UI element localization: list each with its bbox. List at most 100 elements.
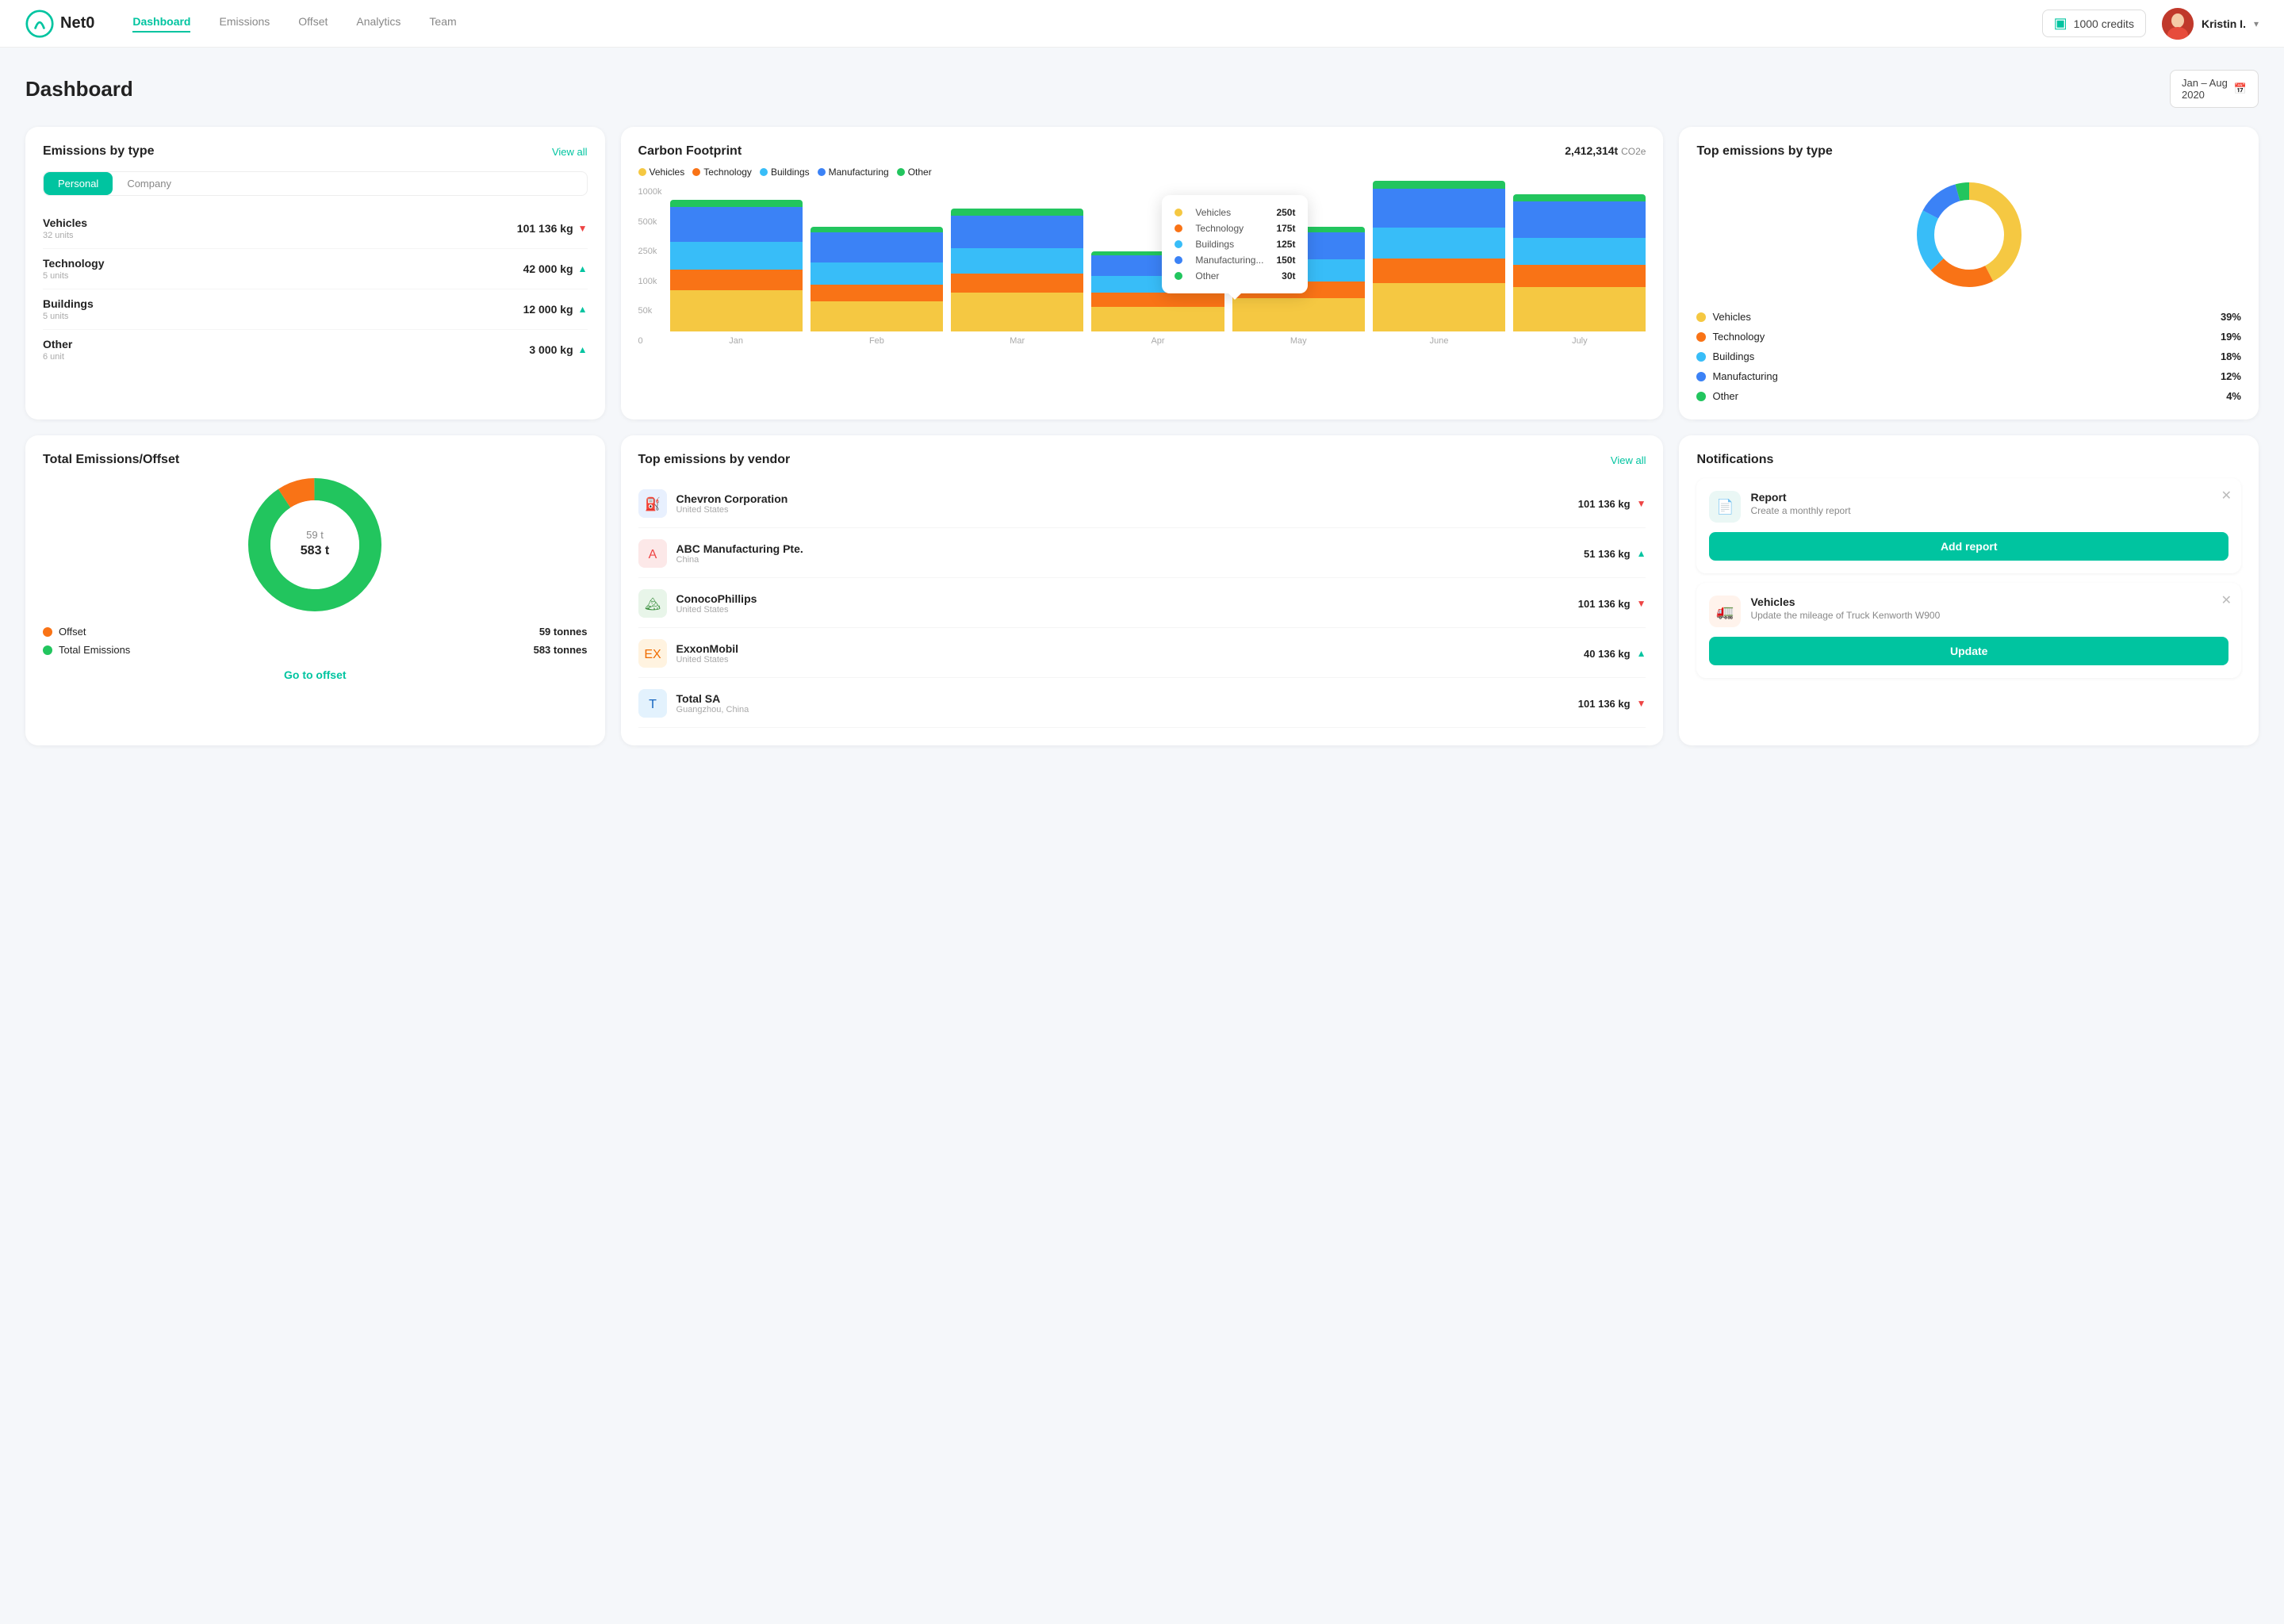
vendor-name: ExxonMobil: [676, 642, 739, 655]
notif-icon-wrap: 🚛: [1709, 596, 1741, 627]
legend-dot: [638, 168, 646, 176]
nav-analytics[interactable]: Analytics: [356, 15, 400, 33]
donut-legend-dot: [1696, 352, 1706, 362]
donut-pct: 18%: [2221, 350, 2241, 362]
bar-segment: [1373, 181, 1505, 189]
vendor-value: 51 136 kg: [1584, 548, 1631, 560]
donut-legend-row: Technology 19%: [1696, 331, 2241, 343]
nav-dashboard[interactable]: Dashboard: [132, 15, 190, 33]
bar-segment: [1513, 201, 1646, 237]
emissions-view-all[interactable]: View all: [552, 146, 588, 158]
logo-icon: [25, 10, 54, 38]
vendor-logo: ⛽: [638, 489, 667, 518]
tooltip-row: Other 30t: [1175, 268, 1295, 284]
date-filter[interactable]: Jan – Aug2020 📅: [2170, 70, 2259, 108]
donut-label-group: Manufacturing: [1696, 370, 1777, 382]
tooltip-value: 150t: [1276, 255, 1295, 266]
vendor-name: Chevron Corporation: [676, 492, 788, 505]
cf-total-value: 2,412,314t CO2e: [1565, 144, 1646, 157]
bar-group: Mar: [951, 209, 1083, 346]
vendor-value: 101 136 kg: [1578, 598, 1631, 610]
bar-segment: [1513, 265, 1646, 287]
bar-segment: [951, 248, 1083, 273]
bar-segment: [1091, 293, 1224, 306]
svg-text:🏔: 🏔: [644, 597, 660, 611]
emission-value: 42 000 kg ▲: [523, 262, 588, 275]
donut-legend-row: Other 4%: [1696, 390, 2241, 402]
vendor-left: T Total SA Guangzhou, China: [638, 689, 749, 718]
notif-icon-wrap: 📄: [1709, 491, 1741, 523]
bar-segment: [951, 209, 1083, 216]
bar-segment: [1091, 307, 1224, 331]
bar-segment: [1513, 287, 1646, 331]
add-report-button[interactable]: Add report: [1709, 532, 2228, 561]
bar-month-label: May: [1290, 336, 1307, 346]
emissions-label: Total Emissions: [59, 644, 130, 656]
arrow-down-icon: ▼: [1637, 498, 1646, 509]
vendor-logo: EX: [638, 639, 667, 668]
donut-label-group: Vehicles: [1696, 311, 1750, 323]
vendor-row: T Total SA Guangzhou, China 101 136 kg ▼: [638, 680, 1646, 728]
tooltip-row: Manufacturing... 150t: [1175, 252, 1295, 268]
svg-text:T: T: [649, 698, 657, 711]
legend-item: Other: [897, 167, 932, 178]
svg-text:59 t: 59 t: [306, 529, 324, 541]
toggle-company[interactable]: Company: [113, 172, 186, 195]
close-icon[interactable]: ✕: [2221, 592, 2232, 608]
nav-team[interactable]: Team: [429, 15, 456, 33]
donut-pct: 12%: [2221, 370, 2241, 382]
donut-legend-label: Technology: [1712, 331, 1765, 343]
bar-segment: [811, 232, 943, 262]
y-axis-label: 0: [638, 336, 662, 346]
notif-content: Report Create a monthly report: [1750, 491, 1850, 516]
app-name: Net0: [60, 14, 94, 33]
emission-value: 12 000 kg ▲: [523, 303, 588, 316]
arrow-up-icon: ▲: [578, 344, 588, 355]
vendor-row: A ABC Manufacturing Pte. China 51 136 kg…: [638, 530, 1646, 578]
vendor-country: United States: [676, 605, 757, 615]
cf-title: Carbon Footprint: [638, 144, 742, 159]
update-button[interactable]: Update: [1709, 637, 2228, 665]
legend-item: Technology: [692, 167, 752, 178]
chart-area: 1000k500k250k100k50k0 JanFebMarAprMayJun…: [638, 187, 1646, 362]
legend-dot: [760, 168, 768, 176]
go-to-offset-link[interactable]: Go to offset: [43, 668, 588, 681]
nav-offset[interactable]: Offset: [298, 15, 328, 33]
emission-rows: Vehicles 32 units 101 136 kg ▼ Technolog…: [43, 209, 588, 370]
legend-dot: [897, 168, 905, 176]
bar-month-label: Apr: [1151, 336, 1164, 346]
arrow-up-icon: ▲: [578, 304, 588, 315]
donut-legend-label: Other: [1712, 390, 1738, 402]
legend-label: Vehicles: [650, 167, 685, 178]
donut-legend-list: Vehicles 39% Technology 19% Buildings 18…: [1696, 311, 2241, 402]
offset-legend: Offset 59 tonnes Total Emissions 583 ton…: [43, 626, 588, 656]
emission-value: 101 136 kg ▼: [517, 222, 588, 235]
bar-segment: [670, 270, 803, 290]
logo: Net0: [25, 10, 94, 38]
svg-text:⛽: ⛽: [645, 496, 661, 511]
tooltip-dot: [1175, 256, 1182, 264]
emission-row: Buildings 5 units 12 000 kg ▲: [43, 289, 588, 330]
chart-tooltip: Vehicles 250t Technology 175t Buildings …: [1162, 195, 1308, 293]
bar-month-label: Feb: [869, 336, 884, 346]
bar-group: July: [1513, 194, 1646, 346]
vendors-view-all[interactable]: View all: [1611, 454, 1646, 466]
close-icon[interactable]: ✕: [2221, 488, 2232, 504]
emission-row: Vehicles 32 units 101 136 kg ▼: [43, 209, 588, 249]
toggle-personal[interactable]: Personal: [44, 172, 113, 195]
vendor-left: A ABC Manufacturing Pte. China: [638, 539, 803, 568]
nav-links: Dashboard Emissions Offset Analytics Tea…: [132, 15, 2041, 33]
notif-icon: 📄: [1716, 499, 1734, 515]
notif-icon: 🚛: [1716, 603, 1734, 620]
user-area[interactable]: Kristin I. ▾: [2162, 8, 2259, 40]
bar-chart: 1000k500k250k100k50k0 JanFebMarAprMayJun…: [638, 187, 1646, 346]
donut-label-group: Buildings: [1696, 350, 1754, 362]
avatar: [2162, 8, 2194, 40]
y-axis-label: 100k: [638, 277, 662, 286]
vendor-info: Total SA Guangzhou, China: [676, 692, 749, 714]
arrow-up-icon: ▲: [1637, 548, 1646, 559]
tooltip-row: Vehicles 250t: [1175, 205, 1295, 220]
y-axis-label: 500k: [638, 217, 662, 227]
nav-emissions[interactable]: Emissions: [219, 15, 270, 33]
bar-segment: [811, 262, 943, 285]
